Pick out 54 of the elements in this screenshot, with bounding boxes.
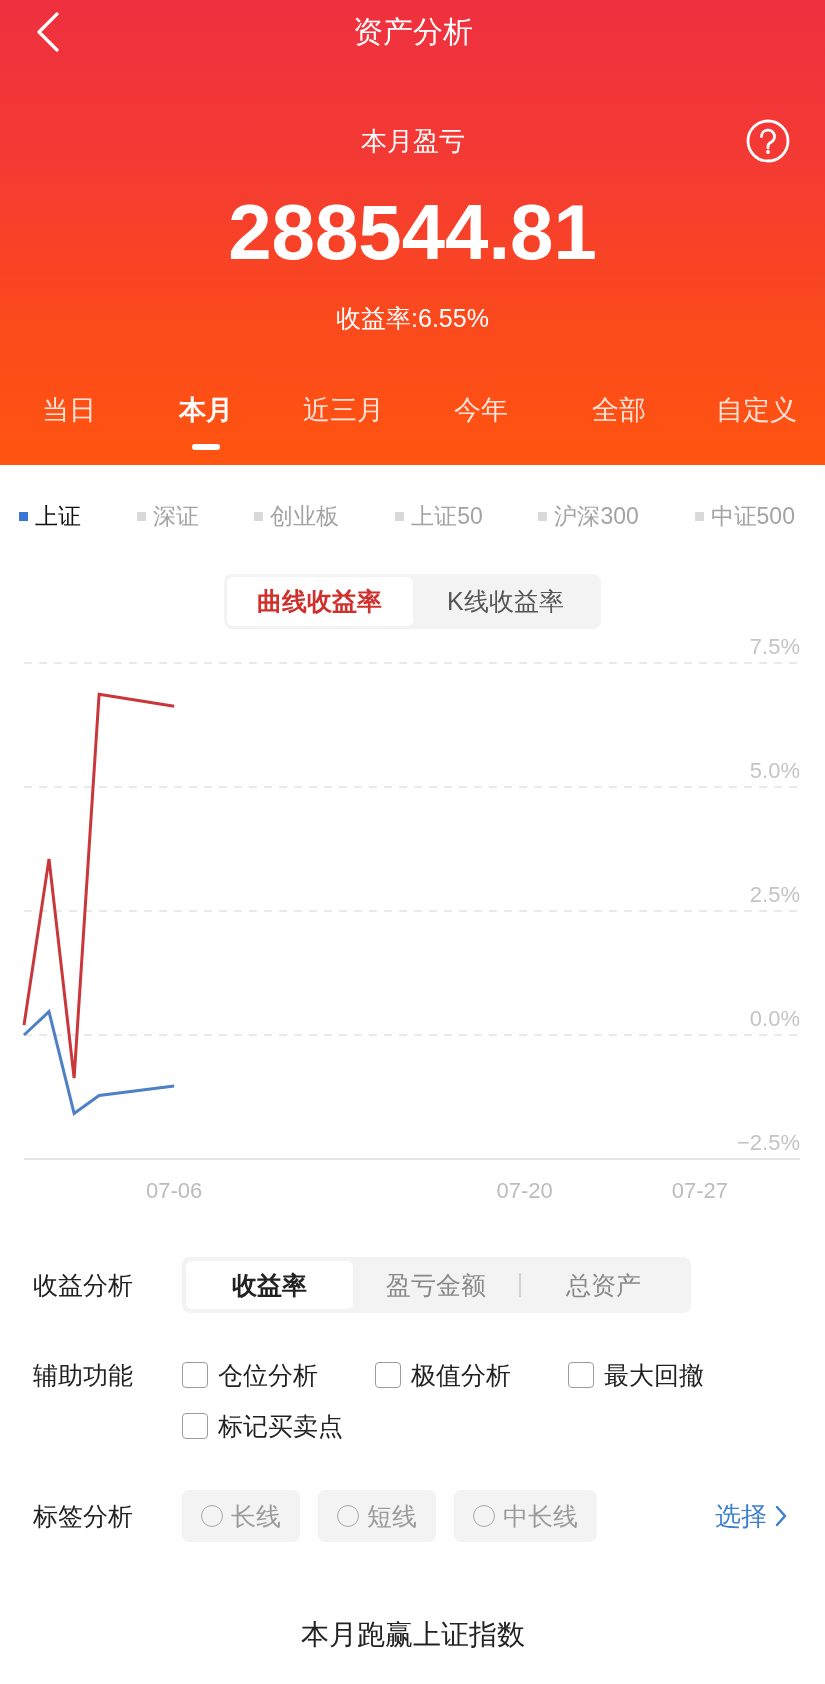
legend-square-icon (19, 511, 28, 521)
period-tab[interactable]: 今年 (454, 390, 509, 450)
analysis-option[interactable]: 盈亏金额 (352, 1261, 519, 1309)
section-label: 辅助功能 (33, 1360, 133, 1391)
chart-mode-option[interactable]: K线收益率 (412, 577, 598, 626)
x-axis-label: 07-27 (671, 1178, 728, 1203)
return-rate: 收益率:6.55% (336, 303, 489, 334)
checkbox-option[interactable]: 最大回撤 (568, 1353, 704, 1397)
legend-square-icon (395, 511, 405, 521)
summary-label: 本月盈亏 (360, 125, 465, 158)
back-icon[interactable] (36, 12, 60, 52)
checkbox[interactable] (568, 1362, 594, 1388)
x-axis-label: 07-06 (146, 1178, 203, 1203)
tag-chip[interactable]: 长线 (182, 1490, 300, 1542)
index-legend-item[interactable]: 上证50 (395, 501, 483, 531)
period-tab[interactable]: 当日 (41, 390, 96, 450)
tag-chip[interactable]: 短线 (318, 1490, 436, 1542)
index-legend-item[interactable]: 中证500 (694, 501, 795, 531)
period-tab[interactable]: 自定义 (715, 390, 797, 450)
index-legend-item[interactable]: 深证 (136, 501, 199, 531)
index-legend-item[interactable]: 沪深300 (538, 501, 639, 531)
checkbox-option[interactable]: 标记买卖点 (182, 1404, 343, 1448)
legend-square-icon (694, 511, 704, 521)
y-axis-label: 0.0% (749, 1006, 800, 1031)
index-legend-item[interactable]: 上证 (19, 501, 81, 531)
checkbox[interactable] (375, 1362, 401, 1388)
y-axis-label: 5.0% (749, 758, 800, 783)
analysis-option[interactable]: 总资产 (520, 1261, 687, 1309)
checkbox-option[interactable]: 仓位分析 (182, 1353, 318, 1397)
tag-chip[interactable]: 中长线 (454, 1490, 597, 1542)
page-title: 资产分析 (352, 14, 473, 50)
period-tab[interactable]: 本月 (179, 390, 234, 450)
legend-square-icon (136, 511, 146, 521)
y-axis-label: 7.5% (749, 634, 800, 659)
y-axis-label: −2.5% (737, 1130, 800, 1155)
section-label: 标签分析 (33, 1501, 133, 1532)
index-legend-item[interactable]: 创业板 (254, 501, 340, 531)
analysis-option[interactable]: 收益率 (186, 1261, 353, 1309)
profit-amount: 288544.81 (228, 187, 597, 277)
period-tab[interactable]: 全部 (591, 390, 646, 450)
chart-mode-option[interactable]: 曲线收益率 (227, 577, 413, 626)
period-tab[interactable]: 近三月 (303, 390, 385, 450)
help-icon[interactable] (746, 119, 790, 163)
legend-square-icon (254, 511, 264, 521)
checkbox-option[interactable]: 极值分析 (375, 1353, 511, 1397)
y-axis-label: 2.5% (749, 882, 800, 907)
checkbox[interactable] (182, 1413, 208, 1439)
comparison-text: 本月跑赢上证指数 (300, 1618, 525, 1652)
checkbox[interactable] (182, 1362, 208, 1388)
x-axis-label: 07-20 (496, 1178, 553, 1203)
chevron-right-icon (775, 1505, 787, 1527)
choose-link[interactable]: 选择 (715, 1498, 787, 1534)
section-label: 收益分析 (33, 1270, 133, 1301)
legend-square-icon (538, 511, 548, 521)
